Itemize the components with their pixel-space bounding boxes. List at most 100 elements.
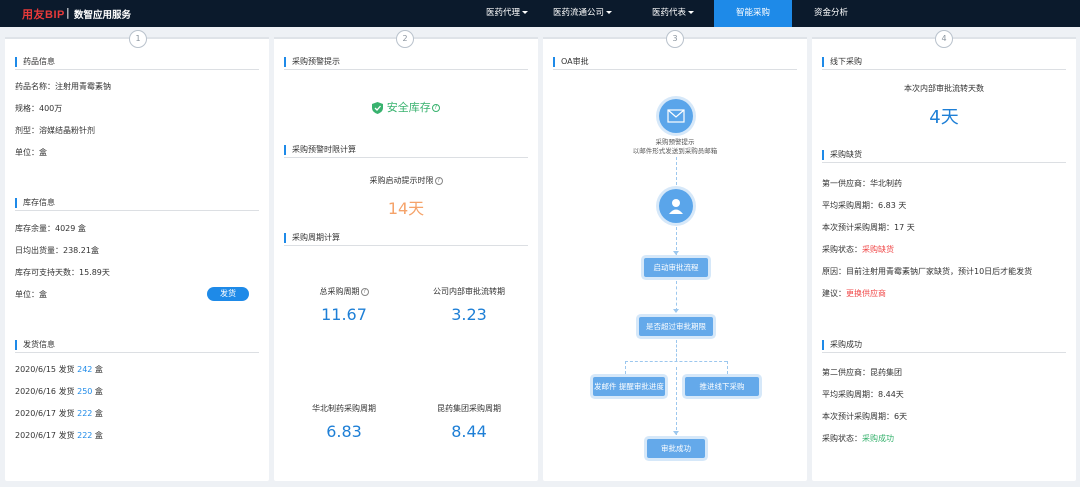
step-badge: 2 <box>396 30 414 48</box>
drug-spec: 规格：400万 <box>15 104 63 113</box>
kunyao-cycle-value: 8.44 <box>451 422 487 441</box>
internal-cycle-value: 3.23 <box>451 305 487 324</box>
expected-cycle: 本次预计采购周期：17 天 <box>822 223 915 232</box>
start-limit-value: 14天 <box>387 199 425 218</box>
ship-unit: 盒 <box>92 387 103 396</box>
flow-connector <box>676 157 677 185</box>
section-divider <box>15 210 259 211</box>
nav-label: 资金分析 <box>813 8 848 18</box>
card-drug-info: 1 药品信息 药品名称：注射用青霉素钠 规格：400万 剂型：溶媒结晶粉针剂 单… <box>5 30 269 481</box>
brand-logo: 用友BIP <box>22 9 65 21</box>
status-badge: 采购缺货 <box>862 245 894 254</box>
section-title: 采购成功 <box>822 339 862 353</box>
first-supplier: 第一供应商：华北制药 <box>822 179 902 188</box>
flow-connector <box>625 361 727 362</box>
step-badge: 1 <box>129 30 147 48</box>
arrow-down-icon <box>673 309 679 313</box>
help-icon[interactable]: ? <box>434 176 443 185</box>
safe-stock-status: 安全库存? <box>274 99 538 115</box>
section-divider <box>284 157 528 158</box>
nav-item-pharma-agent[interactable]: 医药代理 <box>472 0 542 27</box>
arrow-down-icon <box>673 251 679 255</box>
huabei-cycle-label: 华北制药采购周期 <box>312 404 376 413</box>
expected-cycle: 本次预计采购周期：6天 <box>822 412 908 421</box>
help-icon[interactable]: ? <box>360 287 369 296</box>
nav-label: 医药流通公司 <box>552 8 604 18</box>
ship-unit: 盒 <box>92 431 103 440</box>
ship-button[interactable]: 发货 <box>207 287 249 301</box>
section-title: 发货信息 <box>15 339 55 353</box>
send-reminder-node[interactable]: 发邮件 提醒审批进度 <box>593 377 665 396</box>
arrow-down-icon <box>673 431 679 435</box>
ship-row: 2020/6/15 发货 242 盒 <box>15 364 103 375</box>
section-divider <box>284 69 528 70</box>
start-approval-node[interactable]: 启动审批流程 <box>644 258 708 277</box>
label-text: 采购启动提示时限 <box>369 176 434 185</box>
nav-item-distribution[interactable]: 医药流通公司 <box>545 0 620 27</box>
card-oa-approval: 3 OA审批 采购预警提示 以邮件形式发送到采购员邮箱 启动审批流程 是否超过审… <box>543 30 807 481</box>
stock-days: 库存可支持天数：15.89天 <box>15 268 110 277</box>
drug-name: 药品名称：注射用青霉素钠 <box>15 82 111 91</box>
flow-connector <box>676 281 677 311</box>
ship-row: 2020/6/17 发货 222 盒 <box>15 408 103 419</box>
card-purchase-warning: 2 采购预警提示 安全库存? 采购预警时限计算 采购启动提示时限? 14天 采购… <box>274 30 538 481</box>
section-divider <box>822 162 1066 163</box>
purchase-status: 采购状态：采购成功 <box>822 433 894 444</box>
status-badge: 采购成功 <box>862 434 894 443</box>
chevron-down-icon <box>688 11 694 14</box>
total-cycle-value: 11.67 <box>321 305 367 324</box>
card-offline-purchase: 4 线下采购 本次内部审批流转天数 4天 采购缺货 第一供应商：华北制药 平均采… <box>812 30 1076 481</box>
approval-success-node[interactable]: 审批成功 <box>647 439 705 458</box>
brand-subtitle: 数智应用服务 <box>74 10 132 21</box>
kunyao-cycle-label: 昆药集团采购周期 <box>437 404 501 413</box>
flow-connector <box>676 367 677 435</box>
mail-node-caption: 以邮件形式发送到采购员邮箱 <box>632 147 718 155</box>
safe-stock-label: 安全库存 <box>386 101 431 114</box>
ship-unit: 盒 <box>92 409 103 418</box>
ship-date: 2020/6/16 发货 <box>15 387 78 396</box>
top-bar: 用友BIP | 数智应用服务 医药代理 医药流通公司 医药代表 智能采购 资金分… <box>0 0 1080 27</box>
mail-icon <box>667 109 685 123</box>
avg-cycle: 平均采购周期：6.83 天 <box>822 201 907 210</box>
section-title: 药品信息 <box>15 56 55 70</box>
second-supplier: 第二供应商：昆药集团 <box>822 368 902 377</box>
purchase-status: 采购状态：采购缺货 <box>822 244 894 255</box>
nav-label: 智能采购 <box>735 8 770 18</box>
nav-label: 医药代表 <box>651 8 686 18</box>
status-label: 采购状态： <box>822 434 862 443</box>
check-deadline-node[interactable]: 是否超过审批期限 <box>639 317 713 336</box>
stock-unit: 单位：盒 <box>15 290 47 299</box>
section-title: 线下采购 <box>822 56 862 70</box>
ship-row: 2020/6/17 发货 222 盒 <box>15 430 103 441</box>
ship-qty: 222 <box>77 409 93 418</box>
section-title: 采购缺货 <box>822 149 862 163</box>
section-divider <box>553 69 797 70</box>
help-icon[interactable]: ? <box>431 104 440 112</box>
change-supplier-link[interactable]: 更换供应商 <box>846 289 886 298</box>
flow-connector <box>727 361 728 374</box>
suggestion: 建议：更换供应商 <box>822 288 886 299</box>
section-divider <box>822 69 1066 70</box>
ship-qty: 242 <box>77 365 93 374</box>
offline-purchase-node[interactable]: 推进线下采购 <box>685 377 759 396</box>
ship-date: 2020/6/17 发货 <box>15 431 78 440</box>
nav-item-finance[interactable]: 资金分析 <box>800 0 862 27</box>
mail-node[interactable] <box>659 99 693 133</box>
section-divider <box>284 245 528 246</box>
huabei-cycle-value: 6.83 <box>326 422 362 441</box>
user-node[interactable] <box>659 189 693 223</box>
shield-check-icon <box>372 102 384 114</box>
shortage-reason: 原因：目前注射用青霉素钠厂家缺货，预计10日后才能发货 <box>822 267 1033 276</box>
section-title: 采购预警时限计算 <box>284 144 356 158</box>
ship-unit: 盒 <box>92 365 103 374</box>
nav-item-rep[interactable]: 医药代表 <box>638 0 708 27</box>
section-title: 库存信息 <box>15 197 55 211</box>
flow-connector <box>676 340 677 361</box>
ship-qty: 222 <box>77 431 93 440</box>
stock-remain: 库存余量：4029 盒 <box>15 224 86 233</box>
section-divider <box>15 69 259 70</box>
section-title: OA审批 <box>553 56 589 70</box>
ship-date: 2020/6/17 发货 <box>15 409 78 418</box>
nav-item-smart-purchase[interactable]: 智能采购 <box>714 0 792 27</box>
section-title: 采购预警提示 <box>284 56 340 70</box>
